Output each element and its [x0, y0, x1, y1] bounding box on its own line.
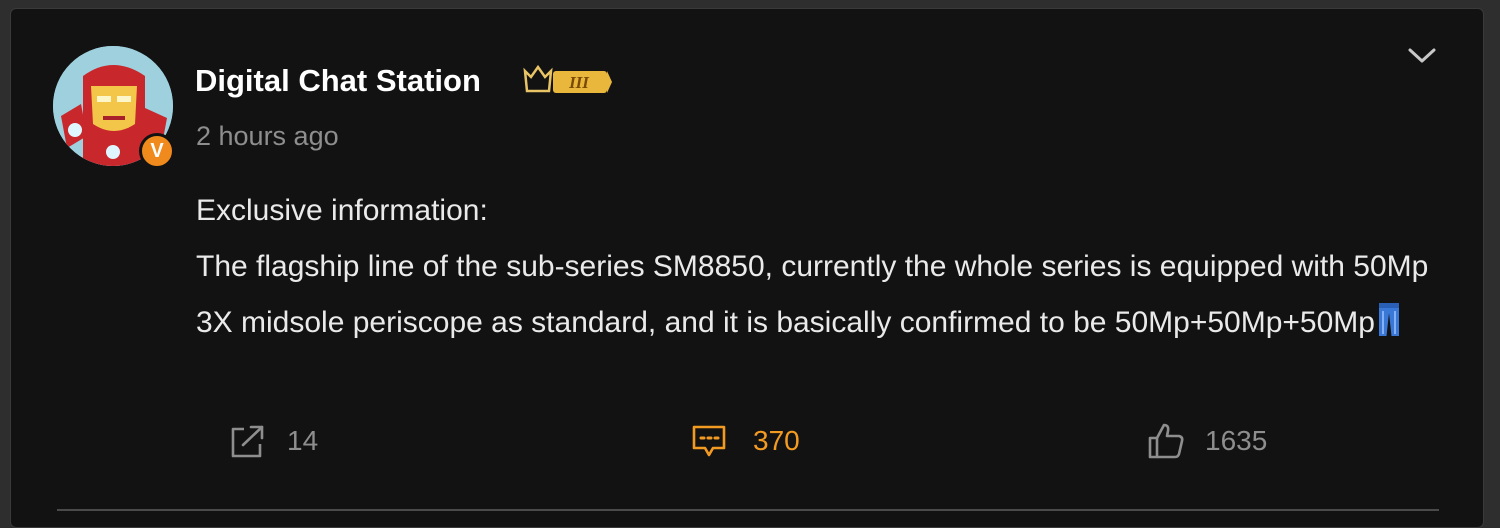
post-timestamp: 2 hours ago — [196, 121, 339, 151]
post-body: Exclusive information: The flagship line… — [196, 183, 1456, 351]
post-card: V Digital Chat Station III 2 hours ago E… — [10, 8, 1484, 528]
rank-badge: III — [523, 64, 612, 93]
thumbs-up-icon — [1148, 423, 1184, 459]
like-count: 1635 — [1205, 425, 1268, 456]
jeans-emoji — [1378, 303, 1399, 336]
repost-count: 14 — [287, 425, 319, 456]
comment-count: 370 — [753, 425, 800, 456]
repost-icon — [231, 425, 264, 458]
comment-icon — [692, 425, 726, 457]
divider — [57, 509, 1439, 511]
chevron-down-icon[interactable] — [1406, 45, 1438, 67]
verified-badge-label: V — [150, 139, 164, 162]
comment-button[interactable]: 370 — [691, 419, 800, 463]
post-text-paragraph: The flagship line of the sub-series SM88… — [196, 239, 1456, 351]
rank-badge-label: III — [568, 73, 590, 92]
verified-badge: V — [139, 133, 175, 169]
username[interactable]: Digital Chat Station — [195, 63, 481, 99]
like-button[interactable]: 1635 — [1147, 419, 1267, 463]
post-text-line: Exclusive information: — [196, 194, 488, 227]
post-text-content: The flagship line of the sub-series SM88… — [196, 250, 1429, 339]
repost-button[interactable]: 14 — [229, 419, 318, 463]
